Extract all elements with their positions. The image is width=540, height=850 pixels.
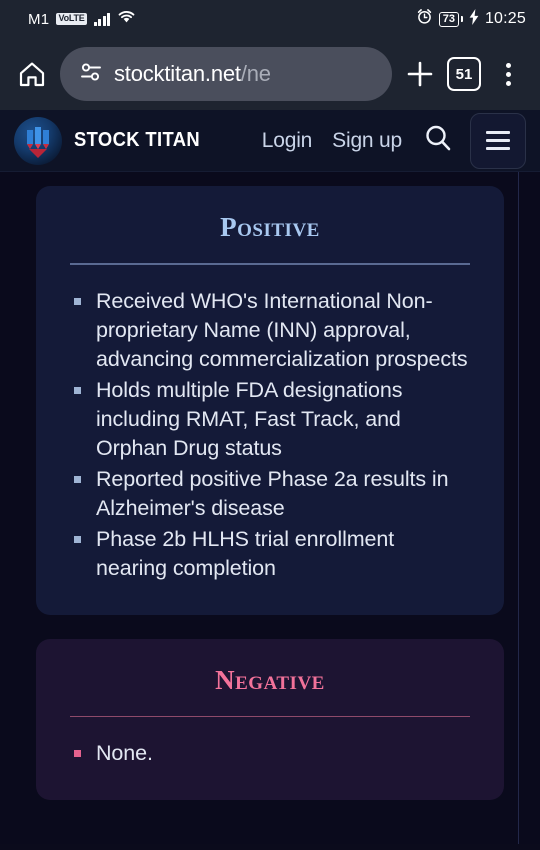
negative-card-title: Negative [215,664,325,695]
tab-count-label: 51 [447,57,481,91]
battery-indicator: 73 [438,11,459,27]
phone-screen: M1 VoLTE 73 10:25 stocktitan.net/ne 51 S… [0,0,540,850]
site-header: STOCK TITAN Login Sign up [0,110,540,172]
list-item: Holds multiple FDA designations includin… [70,376,470,463]
header-nav: Login Sign up [262,122,454,159]
url-text[interactable]: stocktitan.net/ne [114,61,271,87]
negative-divider [70,715,470,717]
positive-card: Positive Received WHO's International No… [36,186,504,615]
status-clock: 10:25 [484,10,526,27]
battery-tip-icon [460,16,463,22]
charging-bolt-icon [469,8,479,30]
stock-titan-logo-icon[interactable] [14,116,62,165]
list-item: Phase 2b HLHS trial enrollment nearing c… [70,525,470,583]
search-icon[interactable] [422,122,454,159]
carrier-label: M1 [28,10,50,28]
browser-toolbar: stocktitan.net/ne 51 [0,38,540,110]
list-item: Reported positive Phase 2a results in Al… [70,465,470,523]
url-path: /ne [240,61,271,86]
positive-card-title: Positive [220,212,320,242]
url-domain: stocktitan.net [114,61,241,86]
login-link[interactable]: Login [262,129,313,153]
home-button[interactable] [10,59,54,89]
positive-divider [70,263,470,265]
volte-badge: VoLTE [56,13,87,25]
hamburger-menu-icon[interactable] [470,112,526,169]
list-item: Received WHO's International Non-proprie… [70,287,470,374]
negative-points-list: None. [70,739,470,768]
signup-link[interactable]: Sign up [332,129,402,153]
tab-switcher-button[interactable]: 51 [442,57,486,91]
page-content: Positive Received WHO's International No… [0,172,540,844]
positive-points-list: Received WHO's International Non-proprie… [70,287,470,583]
address-bar[interactable]: stocktitan.net/ne [60,47,392,101]
site-settings-tune-icon[interactable] [78,59,104,90]
wifi-icon [117,9,136,29]
brand-wordmark[interactable]: STOCK TITAN [74,129,200,152]
browser-menu-button[interactable] [486,62,530,86]
three-dot-menu-icon [505,62,511,86]
negative-card: Negative None. [36,638,504,800]
new-tab-button[interactable] [398,59,442,89]
alarm-clock-icon [416,8,433,30]
signal-bars-icon [93,12,111,26]
list-item: None. [70,739,470,768]
android-status-bar: M1 VoLTE 73 10:25 [0,0,540,38]
